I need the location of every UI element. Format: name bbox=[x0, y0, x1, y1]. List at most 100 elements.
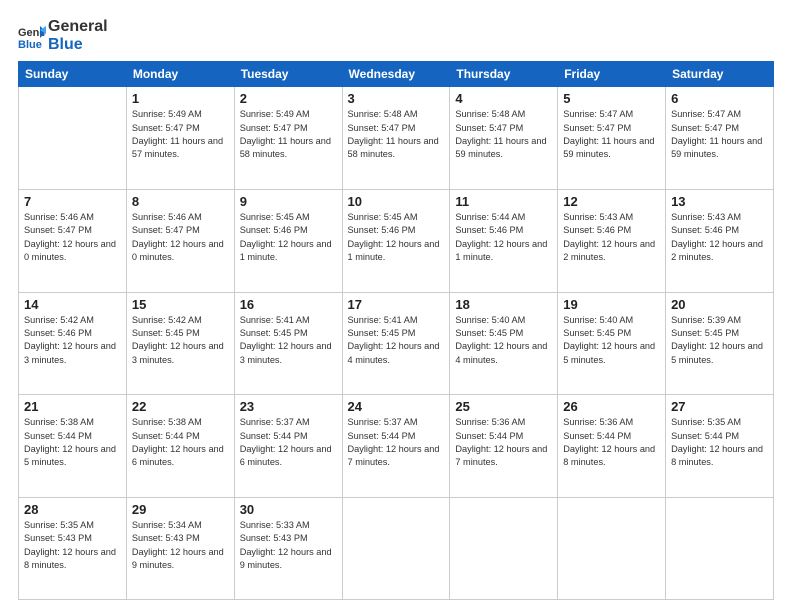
weekday-header: Tuesday bbox=[234, 62, 342, 87]
day-info: Sunrise: 5:43 AM Sunset: 5:46 PM Dayligh… bbox=[563, 211, 660, 264]
day-number: 13 bbox=[671, 194, 768, 209]
day-info: Sunrise: 5:40 AM Sunset: 5:45 PM Dayligh… bbox=[563, 314, 660, 367]
calendar-cell bbox=[450, 498, 558, 600]
calendar-cell: 9Sunrise: 5:45 AM Sunset: 5:46 PM Daylig… bbox=[234, 189, 342, 292]
logo: General Blue General Blue bbox=[18, 18, 108, 53]
day-number: 23 bbox=[240, 399, 337, 414]
calendar-cell: 8 Sunrise: 5:46 AM Sunset: 5:47 PM Daylig… bbox=[126, 189, 234, 292]
logo-general-text: General bbox=[48, 18, 108, 36]
calendar-cell bbox=[342, 498, 450, 600]
day-info: Sunrise: 5:35 AM Sunset: 5:44 PM Dayligh… bbox=[671, 416, 768, 469]
day-info: Sunrise: 5:42 AM Sunset: 5:46 PM Dayligh… bbox=[24, 314, 121, 367]
day-number: 1 bbox=[132, 91, 229, 106]
calendar-cell: 28Sunrise: 5:35 AM Sunset: 5:43 PM Dayli… bbox=[19, 498, 127, 600]
calendar-cell: 29 Sunrise: 5:34 AM Sunset: 5:43 PM Dayli… bbox=[126, 498, 234, 600]
day-number: 29 bbox=[132, 502, 229, 517]
calendar-cell: 2 Sunrise: 5:49 AM Sunset: 5:47 PM Daylig… bbox=[234, 87, 342, 190]
calendar-cell: 27 Sunrise: 5:35 AM Sunset: 5:44 PM Dayli… bbox=[666, 395, 774, 498]
logo-blue-text: Blue bbox=[48, 36, 108, 54]
calendar-header-row: SundayMondayTuesdayWednesdayThursdayFrid… bbox=[19, 62, 774, 87]
day-number: 9 bbox=[240, 194, 337, 209]
calendar-cell: 11 Sunrise: 5:44 AM Sunset: 5:46 PM Dayli… bbox=[450, 189, 558, 292]
logo-icon: General Blue bbox=[18, 22, 46, 50]
day-number: 19 bbox=[563, 297, 660, 312]
calendar-cell: 1Sunrise: 5:49 AM Sunset: 5:47 PM Daylig… bbox=[126, 87, 234, 190]
day-info: Sunrise: 5:37 AM Sunset: 5:44 PM Dayligh… bbox=[348, 416, 445, 469]
day-info: Sunrise: 5:40 AM Sunset: 5:45 PM Dayligh… bbox=[455, 314, 552, 367]
day-number: 25 bbox=[455, 399, 552, 414]
calendar-week-row: 21 Sunrise: 5:38 AM Sunset: 5:44 PM Dayli… bbox=[19, 395, 774, 498]
calendar-cell: 19 Sunrise: 5:40 AM Sunset: 5:45 PM Dayli… bbox=[558, 292, 666, 395]
calendar-cell: 6 Sunrise: 5:47 AM Sunset: 5:47 PM Daylig… bbox=[666, 87, 774, 190]
weekday-header: Sunday bbox=[19, 62, 127, 87]
day-number: 14 bbox=[24, 297, 121, 312]
calendar-cell: 25 Sunrise: 5:36 AM Sunset: 5:44 PM Dayli… bbox=[450, 395, 558, 498]
day-info: Sunrise: 5:48 AM Sunset: 5:47 PM Dayligh… bbox=[455, 108, 552, 161]
calendar-week-row: 28Sunrise: 5:35 AM Sunset: 5:43 PM Dayli… bbox=[19, 498, 774, 600]
calendar-cell bbox=[19, 87, 127, 190]
calendar-cell: 22 Sunrise: 5:38 AM Sunset: 5:44 PM Dayli… bbox=[126, 395, 234, 498]
calendar-cell: 30 Sunrise: 5:33 AM Sunset: 5:43 PM Dayli… bbox=[234, 498, 342, 600]
day-number: 17 bbox=[348, 297, 445, 312]
day-info: Sunrise: 5:39 AM Sunset: 5:45 PM Dayligh… bbox=[671, 314, 768, 367]
calendar-cell: 13Sunrise: 5:43 AM Sunset: 5:46 PM Dayli… bbox=[666, 189, 774, 292]
day-info: Sunrise: 5:45 AM Sunset: 5:46 PM Dayligh… bbox=[348, 211, 445, 264]
calendar-table: SundayMondayTuesdayWednesdayThursdayFrid… bbox=[18, 61, 774, 600]
calendar-cell: 24 Sunrise: 5:37 AM Sunset: 5:44 PM Dayli… bbox=[342, 395, 450, 498]
day-number: 5 bbox=[563, 91, 660, 106]
day-info: Sunrise: 5:48 AM Sunset: 5:47 PM Dayligh… bbox=[348, 108, 445, 161]
day-info: Sunrise: 5:36 AM Sunset: 5:44 PM Dayligh… bbox=[563, 416, 660, 469]
calendar-cell bbox=[666, 498, 774, 600]
day-info: Sunrise: 5:33 AM Sunset: 5:43 PM Dayligh… bbox=[240, 519, 337, 572]
weekday-header: Wednesday bbox=[342, 62, 450, 87]
day-info: Sunrise: 5:38 AM Sunset: 5:44 PM Dayligh… bbox=[132, 416, 229, 469]
day-info: Sunrise: 5:41 AM Sunset: 5:45 PM Dayligh… bbox=[348, 314, 445, 367]
day-number: 28 bbox=[24, 502, 121, 517]
day-info: Sunrise: 5:36 AM Sunset: 5:44 PM Dayligh… bbox=[455, 416, 552, 469]
calendar-cell: 7Sunrise: 5:46 AM Sunset: 5:47 PM Daylig… bbox=[19, 189, 127, 292]
calendar-cell: 23 Sunrise: 5:37 AM Sunset: 5:44 PM Dayli… bbox=[234, 395, 342, 498]
day-info: Sunrise: 5:49 AM Sunset: 5:47 PM Dayligh… bbox=[240, 108, 337, 161]
calendar-cell: 15 Sunrise: 5:42 AM Sunset: 5:45 PM Dayli… bbox=[126, 292, 234, 395]
day-number: 4 bbox=[455, 91, 552, 106]
day-info: Sunrise: 5:46 AM Sunset: 5:47 PM Dayligh… bbox=[132, 211, 229, 264]
day-info: Sunrise: 5:44 AM Sunset: 5:46 PM Dayligh… bbox=[455, 211, 552, 264]
weekday-header: Friday bbox=[558, 62, 666, 87]
header: General Blue General Blue bbox=[18, 18, 774, 53]
day-info: Sunrise: 5:38 AM Sunset: 5:44 PM Dayligh… bbox=[24, 416, 121, 469]
weekday-header: Thursday bbox=[450, 62, 558, 87]
calendar-cell: 10Sunrise: 5:45 AM Sunset: 5:46 PM Dayli… bbox=[342, 189, 450, 292]
day-number: 30 bbox=[240, 502, 337, 517]
calendar-cell: 20 Sunrise: 5:39 AM Sunset: 5:45 PM Dayli… bbox=[666, 292, 774, 395]
day-number: 8 bbox=[132, 194, 229, 209]
weekday-header: Saturday bbox=[666, 62, 774, 87]
page: General Blue General Blue SundayMondayTu… bbox=[0, 0, 792, 612]
day-number: 20 bbox=[671, 297, 768, 312]
day-info: Sunrise: 5:37 AM Sunset: 5:44 PM Dayligh… bbox=[240, 416, 337, 469]
calendar-cell: 16Sunrise: 5:41 AM Sunset: 5:45 PM Dayli… bbox=[234, 292, 342, 395]
day-number: 26 bbox=[563, 399, 660, 414]
calendar-cell: 5Sunrise: 5:47 AM Sunset: 5:47 PM Daylig… bbox=[558, 87, 666, 190]
day-info: Sunrise: 5:42 AM Sunset: 5:45 PM Dayligh… bbox=[132, 314, 229, 367]
day-number: 6 bbox=[671, 91, 768, 106]
day-info: Sunrise: 5:46 AM Sunset: 5:47 PM Dayligh… bbox=[24, 211, 121, 264]
day-number: 22 bbox=[132, 399, 229, 414]
calendar-cell: 4 Sunrise: 5:48 AM Sunset: 5:47 PM Daylig… bbox=[450, 87, 558, 190]
calendar-week-row: 1 Sunrise: 5:49 AM Sunset: 5:47 PM Daylig… bbox=[19, 87, 774, 190]
day-number: 16 bbox=[240, 297, 337, 312]
day-info: Sunrise: 5:34 AM Sunset: 5:43 PM Dayligh… bbox=[132, 519, 229, 572]
day-number: 2 bbox=[240, 91, 337, 106]
calendar-cell bbox=[558, 498, 666, 600]
day-number: 15 bbox=[132, 297, 229, 312]
day-number: 18 bbox=[455, 297, 552, 312]
day-number: 11 bbox=[455, 194, 552, 209]
day-number: 24 bbox=[348, 399, 445, 414]
day-number: 27 bbox=[671, 399, 768, 414]
day-info: Sunrise: 5:47 AM Sunset: 5:47 PM Dayligh… bbox=[671, 108, 768, 161]
calendar-cell: 12Sunrise: 5:43 AM Sunset: 5:46 PM Dayli… bbox=[558, 189, 666, 292]
day-number: 3 bbox=[348, 91, 445, 106]
calendar-cell: 18 Sunrise: 5:40 AM Sunset: 5:45 PM Dayli… bbox=[450, 292, 558, 395]
day-number: 21 bbox=[24, 399, 121, 414]
svg-text:Blue: Blue bbox=[18, 39, 42, 50]
calendar-cell: 14 Sunrise: 5:42 AM Sunset: 5:46 PM Dayli… bbox=[19, 292, 127, 395]
